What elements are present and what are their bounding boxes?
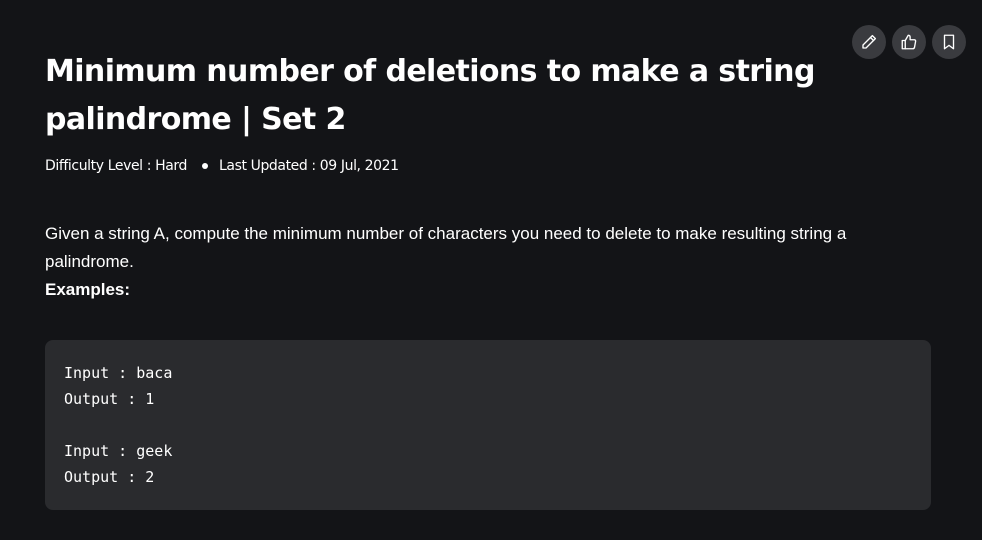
difficulty-level: Difficulty Level : Hard [45,158,187,174]
problem-description: Given a string A, compute the minimum nu… [45,224,847,271]
article-page: Minimum number of deletions to make a st… [0,0,982,540]
code-line: Input : baca [64,364,173,382]
example-code-block: Input : baca Output : 1 Input : geek Out… [45,340,931,510]
code-line: Input : geek [64,442,173,460]
examples-heading: Examples: [45,280,131,299]
code-line: Output : 2 [64,468,155,486]
last-updated: Last Updated : 09 Jul, 2021 [218,158,399,174]
article-meta: Difficulty Level : Hard Last Updated : 0… [45,158,399,174]
article-title: Minimum number of deletions to make a st… [45,54,815,137]
meta-separator-dot [201,163,208,169]
code-line: Output : 1 [64,390,155,408]
